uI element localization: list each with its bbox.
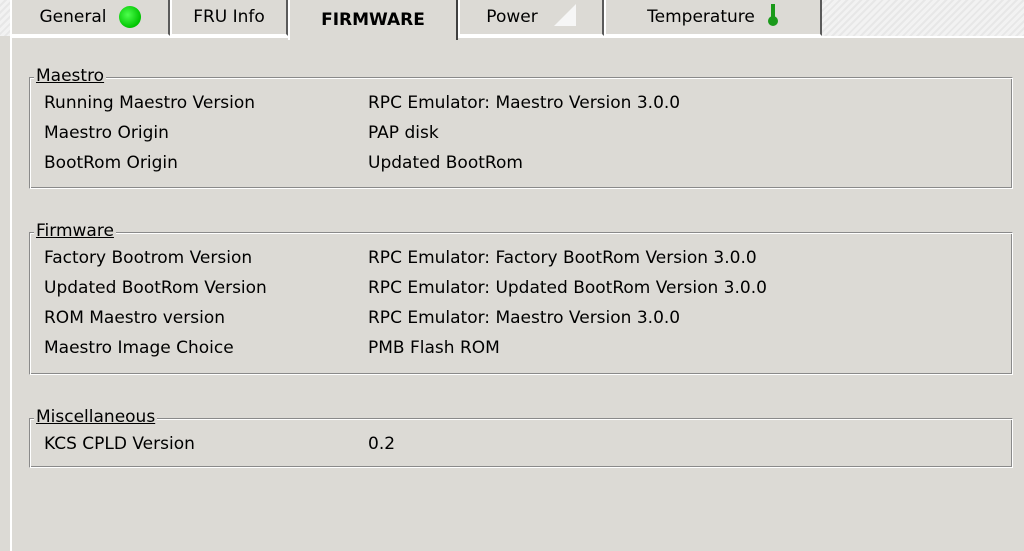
tab-power-label: Power: [486, 7, 538, 27]
maestro-image-choice-label: Maestro Image Choice: [44, 338, 234, 358]
firmware-group-title: Firmware: [34, 220, 116, 242]
tab-power[interactable]: Power: [458, 0, 604, 36]
tab-strip: General FRU Info FIRMWARE Power Temperat…: [0, 0, 1024, 40]
kcs-cpld-version-label: KCS CPLD Version: [44, 434, 195, 454]
bootrom-origin-value: Updated BootRom: [368, 153, 523, 173]
green-status-dot-icon: [118, 6, 141, 28]
miscellaneous-group-title: Miscellaneous: [34, 406, 158, 428]
tab-temperature[interactable]: Temperature: [604, 0, 822, 36]
firmware-row: ROM Maestro version RPC Emulator: Maestro…: [44, 307, 680, 329]
running-maestro-version-value: RPC Emulator: Maestro Version 3.0.0: [368, 93, 681, 113]
maestro-group: Maestro Running Maestro Version RPC Emula…: [29, 65, 1013, 189]
power-status-icon: [553, 4, 576, 26]
tab-firmware[interactable]: FIRMWARE: [288, 0, 458, 40]
tab-general-label: General: [39, 7, 107, 27]
rom-maestro-version-value: RPC Emulator: Maestro Version 3.0.0: [368, 308, 681, 328]
running-maestro-version-label: Running Maestro Version: [44, 93, 256, 113]
tab-general[interactable]: General: [10, 0, 170, 36]
kcs-cpld-version-value: 0.2: [368, 434, 396, 454]
maestro-image-choice-value: PMB Flash ROM: [368, 338, 500, 358]
tab-fru-info-label: FRU Info: [193, 7, 265, 27]
firmware-group: Firmware Factory Bootrom Version RPC Emul…: [29, 220, 1013, 375]
tab-firmware-label: FIRMWARE: [321, 10, 425, 30]
maestro-row: Running Maestro Version RPC Emulator: Mae…: [44, 92, 680, 114]
factory-bootrom-version-label: Factory Bootrom Version: [44, 248, 253, 268]
updated-bootrom-version-label: Updated BootRom Version: [44, 278, 267, 298]
tab-temperature-label: Temperature: [647, 7, 755, 27]
maestro-origin-label: Maestro Origin: [44, 123, 169, 143]
maestro-row: BootRom Origin Updated BootRom: [44, 152, 523, 174]
firmware-row: Factory Bootrom Version RPC Emulator: Fac…: [44, 247, 757, 269]
updated-bootrom-version-value: RPC Emulator: Updated BootRom Version 3.…: [368, 278, 767, 298]
firmware-panel: Maestro Running Maestro Version RPC Emula…: [10, 36, 1024, 551]
firmware-row: Updated BootRom Version RPC Emulator: Upd…: [44, 277, 767, 299]
tab-fru-info[interactable]: FRU Info: [170, 0, 288, 36]
thermometer-icon: [767, 3, 779, 32]
maestro-row: Maestro Origin PAP disk: [44, 122, 439, 144]
rom-maestro-version-label: ROM Maestro version: [44, 308, 226, 328]
factory-bootrom-version-value: RPC Emulator: Factory BootRom Version 3.…: [368, 248, 757, 268]
miscellaneous-row: KCS CPLD Version 0.2: [44, 433, 395, 455]
miscellaneous-group: Miscellaneous KCS CPLD Version 0.2: [29, 406, 1013, 468]
maestro-origin-value: PAP disk: [368, 123, 439, 143]
bootrom-origin-label: BootRom Origin: [44, 153, 178, 173]
firmware-row: Maestro Image Choice PMB Flash ROM: [44, 337, 500, 359]
maestro-group-title: Maestro: [34, 65, 107, 87]
